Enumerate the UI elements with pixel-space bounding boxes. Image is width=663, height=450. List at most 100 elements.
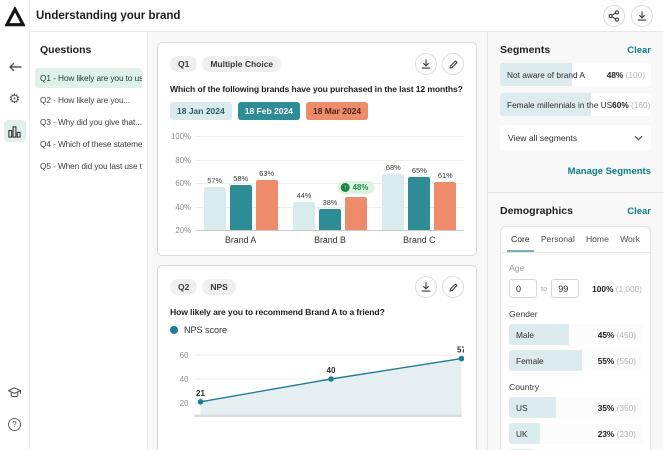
card-tag-q1: Q1 (170, 56, 198, 72)
trend-up-icon: ↑ (340, 183, 350, 193)
legend-pill-18-mar-2024[interactable]: 18 Mar 2024 (305, 102, 369, 120)
age-from-input[interactable] (509, 279, 537, 298)
filter-row-female-millennials-in-the-us[interactable]: Female millennials in the US 60% (160) (500, 93, 651, 116)
point-value-label: 40 (327, 366, 336, 375)
card-tag-multiple-choice: Multiple Choice (202, 56, 282, 72)
highlight-value: 48% (352, 183, 369, 193)
filter-row-male[interactable]: Male 45% (450) (509, 324, 642, 345)
segments-clear-button[interactable]: Clear (627, 45, 651, 56)
bar-brand-a-18-feb-2024[interactable]: 58% (229, 174, 252, 230)
segments-rows: Not aware of brand A 48% (100) Female mill… (500, 63, 651, 116)
row-label: UK (516, 428, 528, 439)
demographics-clear-button[interactable]: Clear (627, 206, 651, 217)
row-value: 23% (230) (597, 428, 636, 439)
bar-value-label: 38% (322, 197, 338, 207)
bar-value-label: 44% (296, 190, 312, 200)
y-tick-label: 40 (180, 375, 189, 384)
question-item-q2[interactable]: Q2 - How likely are you... (35, 90, 142, 110)
learn-graduation-cap-icon[interactable] (4, 381, 26, 403)
edit-chart-button[interactable] (442, 276, 464, 298)
filter-row-us[interactable]: US 35% (350) (509, 397, 642, 418)
bar-value-label: 68% (385, 162, 401, 172)
bar-brand-a-18-mar-2024[interactable]: 63% (255, 169, 278, 230)
row-label: Male (516, 329, 534, 340)
top-header: Understanding your brand (30, 0, 663, 32)
age-to-word: to (541, 284, 548, 293)
download-chart-button[interactable] (415, 53, 437, 75)
download-report-button[interactable] (631, 4, 653, 27)
tab-core[interactable]: Core (507, 227, 534, 252)
back-icon[interactable] (4, 56, 26, 78)
bar-value-label: 57% (207, 175, 223, 185)
manage-segments-link[interactable]: Manage Segments (568, 166, 651, 177)
filters-panel: Segments Clear Not aware of brand A 48% (… (487, 32, 663, 450)
share-icon (608, 9, 620, 22)
download-chart-button[interactable] (415, 276, 437, 298)
demographics-card: CorePersonalHomeWork Age to 100% (1,000)… (500, 226, 651, 450)
data-point[interactable] (328, 376, 334, 382)
results-main: Q1 Multiple Choice Which of the following… (148, 32, 487, 450)
questions-list: Q1 - How likely are you to use Q2 - How l… (30, 68, 147, 176)
left-icon-rail: ⚙ ? (0, 0, 30, 450)
question-item-q5[interactable]: Q5 - When did you last use t... (35, 156, 142, 176)
bar-group-brand-b: 44% 38% ↑ 48% (285, 181, 375, 230)
category-label-brand-c: Brand C (403, 235, 436, 245)
tab-work[interactable]: Work (616, 227, 644, 252)
nps-legend: NPS score (170, 325, 464, 335)
question-item-q4[interactable]: Q4 - Which of these stateme... (35, 134, 142, 154)
bar-brand-b-18-mar-2024[interactable]: ↑ 48% (337, 181, 375, 230)
edit-chart-button[interactable] (442, 53, 464, 75)
data-point[interactable] (197, 399, 204, 405)
help-icon[interactable]: ? (4, 413, 26, 435)
app-root: ⚙ ? Understanding your brand Questions Q… (0, 0, 663, 450)
card-tags-q1: Q1 Multiple Choice (170, 56, 282, 72)
card-tags-q2: Q2 NPS (170, 279, 236, 295)
download-icon (421, 59, 431, 69)
bar-brand-c-18-jan-2024[interactable]: 68% (382, 163, 405, 230)
settings-gear-icon[interactable]: ⚙ (4, 88, 26, 110)
row-value: 45% (450) (597, 329, 636, 340)
chevron-down-icon (634, 135, 643, 141)
legend-pill-18-feb-2024[interactable]: 18 Feb 2024 (237, 102, 300, 120)
y-tick-label: 20 (180, 399, 189, 408)
point-value-label: 57 (457, 346, 464, 355)
nps-legend-dot-icon (170, 326, 178, 334)
demographics-tabs: Core Personal Home Work (501, 227, 650, 253)
bar-value-label: 58% (233, 174, 249, 184)
bar-chart: 100% 80% 60% 40% 20% 57% 58% 63% 44% 38% ↑ 48% 68% 6… (170, 132, 464, 245)
share-button[interactable] (603, 4, 625, 27)
bar-brand-a-18-jan-2024[interactable]: 57% (203, 176, 226, 230)
view-all-segments-label: View all segments (508, 132, 578, 143)
gridline (196, 230, 464, 231)
demographics-groups: Gender Male 45% (450) Female 55% (550) Countr… (509, 309, 642, 450)
filter-row-female[interactable]: Female 55% (550) (509, 350, 642, 371)
nps-line-chart-svg: 60 40 20 21 40 57 (180, 346, 466, 417)
bar-brand-c-18-mar-2024[interactable]: 61% (434, 171, 457, 230)
age-value: 100% (1,000) (592, 283, 642, 294)
view-all-segments-dropdown[interactable]: View all segments (500, 125, 651, 150)
filter-row-not-aware-of-brand-a[interactable]: Not aware of brand A 48% (100) (500, 63, 651, 86)
tab-home[interactable]: Home (582, 227, 613, 252)
filter-row-uk[interactable]: UK 23% (230) (509, 423, 642, 444)
bar-chart-y-axis: 100% 80% 60% 40% 20% (170, 132, 196, 235)
tab-personal[interactable]: Personal (537, 227, 579, 252)
y-tick-label: 100% (171, 132, 191, 141)
results-chart-icon[interactable] (3, 120, 26, 142)
group-label-gender: Gender (509, 309, 538, 319)
bar-brand-c-18-feb-2024[interactable]: 65% (408, 166, 431, 230)
category-label-brand-a: Brand A (225, 235, 257, 245)
row-label: Female millennials in the US (507, 99, 613, 110)
bar-value-label: 65% (411, 166, 427, 176)
row-label: US (516, 402, 528, 413)
legend-pill-18-jan-2024[interactable]: 18 Jan 2024 (170, 102, 232, 120)
y-tick-label: 20% (175, 226, 191, 235)
bar-brand-b-18-feb-2024[interactable]: 38% (318, 198, 341, 230)
question-item-q1[interactable]: Q1 - How likely are you to use (35, 68, 142, 88)
question-item-q3[interactable]: Q3 - Why did you give that... (35, 112, 142, 132)
edit-pencil-icon (448, 282, 458, 292)
y-tick-label: 60% (175, 179, 191, 188)
segments-heading: Segments (500, 44, 551, 56)
y-tick-label: 80% (175, 155, 191, 165)
age-to-input[interactable] (551, 279, 580, 298)
bar-brand-b-18-jan-2024[interactable]: 44% (292, 191, 315, 230)
